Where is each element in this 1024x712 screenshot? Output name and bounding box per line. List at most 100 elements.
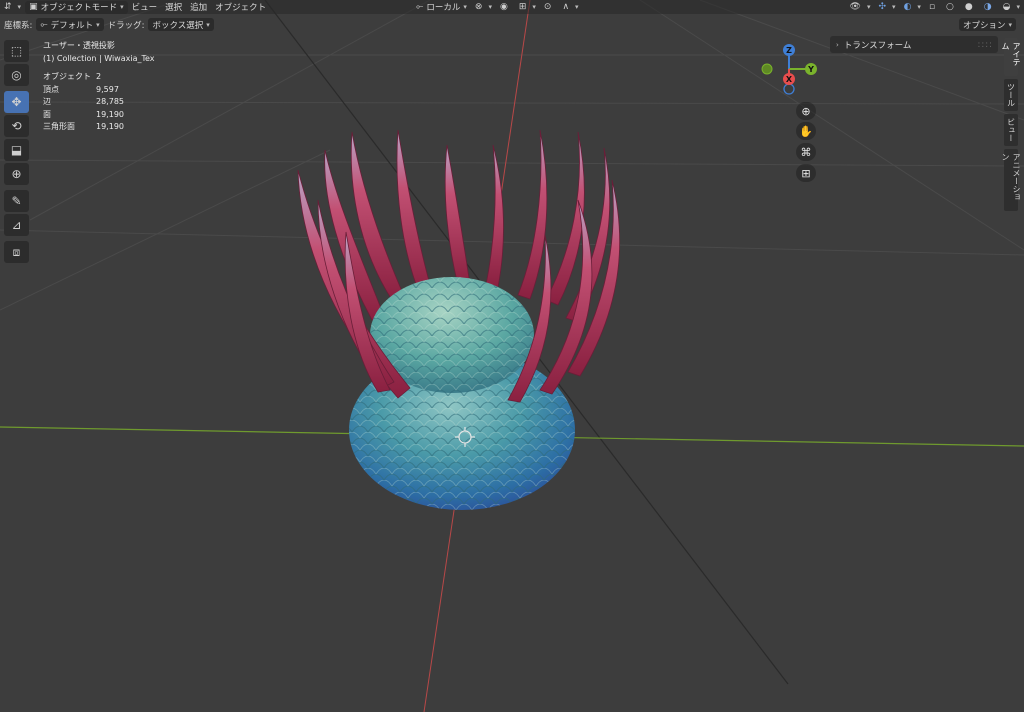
mode-dropdown[interactable]: ▣ オブジェクトモード ▾ xyxy=(25,0,128,14)
drag-dropdown[interactable]: ボックス選択 ▾ xyxy=(148,18,214,31)
hand-icon: ✋ xyxy=(799,124,813,138)
visibility-button[interactable]: 👁 ▾ xyxy=(846,1,875,14)
pan-button[interactable]: ✋ xyxy=(796,122,816,140)
move-arrows-icon: ✥ xyxy=(11,95,22,109)
stat-row: オブジェクト 2 xyxy=(43,71,155,84)
rendered-shading-icon: ◒ xyxy=(1002,2,1011,12)
coord-dropdown[interactable]: ⟜ デフォルト ▾ xyxy=(36,18,104,31)
chevron-down-icon: ▾ xyxy=(892,3,896,11)
chevron-down-icon: ▾ xyxy=(1016,3,1020,11)
chevron-down-icon: ▾ xyxy=(120,3,124,11)
zoom-button[interactable]: ⊕ xyxy=(796,102,816,120)
gizmo-icon: ✣ xyxy=(878,2,887,12)
material-shading-icon: ◑ xyxy=(983,2,992,12)
add-cube-tool[interactable]: ⧈ xyxy=(4,241,29,263)
3d-cursor-icon: ◎ xyxy=(11,68,22,82)
transform-orientation-label: ローカル xyxy=(426,3,461,13)
transform-orientation-dropdown[interactable]: ⟜ ローカル ▾ xyxy=(412,1,471,14)
chevron-down-icon: ▾ xyxy=(917,3,921,11)
proportional-icon: ⊙ xyxy=(543,2,552,12)
stat-label: 頂点 xyxy=(43,84,59,94)
transform-icon: ⊕ xyxy=(11,167,22,181)
pivot-point-button[interactable]: ⊗ ▾ xyxy=(471,1,496,14)
tab-animation[interactable]: アニメーション xyxy=(1001,149,1021,211)
scale-tool[interactable]: ⬓ xyxy=(4,139,29,161)
menu-select[interactable]: 選択 xyxy=(161,1,186,14)
stat-value: 2 xyxy=(96,72,102,81)
orientation-icon: ⟜ xyxy=(40,19,48,30)
coord-label: 座標系: xyxy=(4,20,33,31)
rotate-tool[interactable]: ⟲ xyxy=(4,115,29,137)
move-tool[interactable]: ✥ xyxy=(4,91,29,113)
ruler-icon: ⊿ xyxy=(11,218,22,232)
proportional-edit-toggle[interactable]: ⊙ xyxy=(540,1,559,14)
editor-type-button[interactable]: ⇵ ▾ xyxy=(0,1,25,14)
tab-item[interactable]: アイテム xyxy=(1001,38,1021,76)
tab-tool[interactable]: ツール xyxy=(1004,79,1018,111)
select-cursor-icon: ⬚ xyxy=(10,44,23,58)
gizmo-y-label: Y xyxy=(807,65,814,74)
rotate-icon: ⟲ xyxy=(11,119,22,133)
tool-shelf: ⬚ ◎ ✥ ⟲ ⬓ ⊕ ✎ ⊿ ⧈ xyxy=(4,40,31,265)
pivot-icon: ⊗ xyxy=(474,2,483,12)
stat-label: 三角形面 xyxy=(43,122,75,131)
camera-view-button[interactable]: ⌘ xyxy=(796,143,816,161)
wireframe-shading-icon: ○ xyxy=(946,2,954,12)
gizmo-toggle[interactable]: ✣ ▾ xyxy=(875,1,900,14)
gizmo-z-label: Z xyxy=(786,46,792,55)
chevron-down-icon: ▾ xyxy=(463,3,467,11)
pencil-icon: ✎ xyxy=(11,194,22,208)
drag-handle-icon[interactable]: :::: xyxy=(978,40,993,50)
snap-target-button[interactable]: ⊞ ▾ xyxy=(515,1,540,14)
object-mode-icon: ▣ xyxy=(29,2,38,12)
shading-solid[interactable]: ● xyxy=(961,1,980,14)
drag-value: ボックス選択 xyxy=(152,20,204,31)
chevron-down-icon: ▾ xyxy=(17,3,22,11)
shading-rendered[interactable]: ◒ ▾ xyxy=(999,1,1024,14)
overlay-toggle[interactable]: ◐ ▾ xyxy=(900,1,925,14)
tab-view[interactable]: ビュー xyxy=(1004,114,1018,146)
cursor-tool[interactable]: ◎ xyxy=(4,64,29,86)
menu-view[interactable]: ビュー xyxy=(128,1,162,14)
options-dropdown[interactable]: オプション ▾ xyxy=(958,18,1016,31)
navigation-gizmo[interactable]: Z Y X ⊕ ✋ ⌘ ⊞ xyxy=(760,40,820,182)
select-box-tool[interactable]: ⬚ xyxy=(4,40,29,62)
axis-gizmo[interactable]: Z Y X xyxy=(760,40,820,100)
stat-label: オブジェクト xyxy=(43,72,91,81)
stat-label: 辺 xyxy=(43,97,51,106)
chevron-down-icon: ▾ xyxy=(866,3,871,11)
drag-label: ドラッグ: xyxy=(107,20,145,31)
chevron-down-icon: ▾ xyxy=(1008,20,1012,29)
measure-tool[interactable]: ⊿ xyxy=(4,214,29,236)
transform-tool[interactable]: ⊕ xyxy=(4,163,29,185)
stat-label: 面 xyxy=(43,109,51,119)
stat-value: 19,190 xyxy=(96,109,124,119)
npanel-tabs: アイテム ツール ビュー アニメーション xyxy=(1001,38,1021,214)
view-name: ユーザー・透視投影 xyxy=(43,41,115,50)
stat-row: 頂点 9,597 xyxy=(43,84,155,97)
snap-toggle[interactable]: ◉ xyxy=(496,1,515,14)
xray-icon: ▫ xyxy=(928,2,936,12)
chevron-right-icon: › xyxy=(836,40,839,49)
shading-material[interactable]: ◑ xyxy=(980,1,999,14)
overlay-icon: ◐ xyxy=(903,2,912,12)
xray-toggle[interactable]: ▫ xyxy=(925,1,942,14)
coord-value: デフォルト xyxy=(50,20,94,31)
stat-value: 28,785 xyxy=(96,97,124,106)
falloff-button[interactable]: ∧ ▾ xyxy=(558,1,582,14)
chevron-down-icon: ▾ xyxy=(206,20,210,29)
annotate-tool[interactable]: ✎ xyxy=(4,190,29,212)
stat-row: 面 19,190 xyxy=(43,109,155,122)
menu-object[interactable]: オブジェクト xyxy=(211,1,270,14)
perspective-toggle-button[interactable]: ⊞ xyxy=(796,164,816,182)
snap-grid-icon: ⊞ xyxy=(518,2,527,12)
solid-shading-icon: ● xyxy=(964,2,973,12)
eye-icon: 👁 xyxy=(849,2,861,12)
tool-settings-bar: 座標系: ⟜ デフォルト ▾ ドラッグ: ボックス選択 ▾ オプション ▾ xyxy=(0,16,1024,33)
chevron-down-icon: ▾ xyxy=(575,3,579,11)
magnet-icon: ◉ xyxy=(499,2,508,12)
shading-wireframe[interactable]: ○ xyxy=(942,1,961,14)
transform-panel-header[interactable]: › トランスフォーム :::: xyxy=(830,36,998,53)
stat-value: 19,190 xyxy=(96,122,124,131)
menu-add[interactable]: 追加 xyxy=(186,1,211,14)
